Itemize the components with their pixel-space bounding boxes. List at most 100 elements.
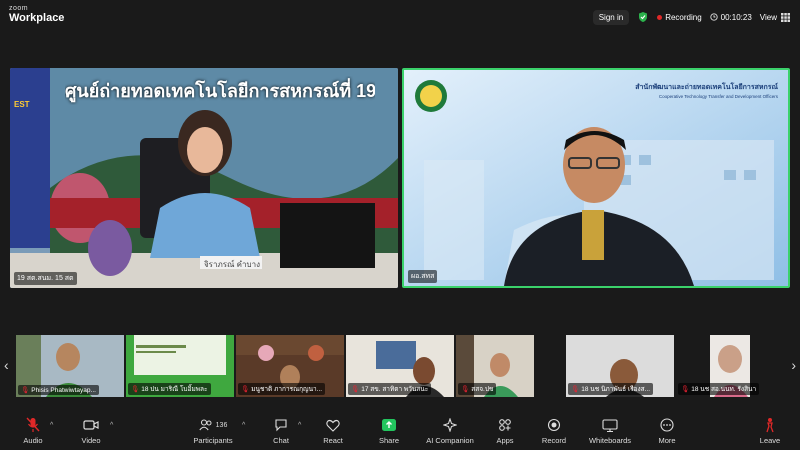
more-button[interactable]: More <box>654 416 680 445</box>
thumbnail-tile[interactable]: 🎙 18 นช สอ.นนท. รังสินา <box>676 335 784 397</box>
grid-icon <box>781 12 790 22</box>
camera-icon <box>83 420 99 430</box>
share-button[interactable]: Share <box>374 416 404 445</box>
thumbnail-name-text: 18 ปน มาริณี โบอิ้มพละ <box>141 386 208 393</box>
participants-chevron-up-icon[interactable]: ^ <box>242 422 245 429</box>
mic-muted-icon: 🎙 <box>241 386 250 393</box>
thumbnail-name: 🎙 สสจ.ปข <box>458 383 497 395</box>
chat-icon <box>275 419 287 432</box>
whiteboards-label: Whiteboards <box>588 436 632 445</box>
leave-icon <box>766 418 774 433</box>
recording-label: Recording <box>665 12 702 22</box>
nameplate-text: จิราภรณ์ คำบาง <box>203 260 260 269</box>
microphone-muted-icon <box>26 417 40 432</box>
video-tile-speaker-1[interactable]: ศูนย์ถ่ายทอดเทคโนโลยีการสหกรณ์ที่ 19 EST… <box>10 68 398 288</box>
share-label: Share <box>378 436 399 445</box>
shield-check-icon[interactable] <box>637 11 649 23</box>
participant-name-2: ผอ.สทส <box>408 270 438 283</box>
timer-value: 00:10:23 <box>720 12 752 22</box>
heart-icon <box>326 419 340 432</box>
mic-muted-icon: 🎙 <box>461 386 470 393</box>
participant-name-1: 19 สต.สนม. 15 สต <box>14 272 77 285</box>
participants-icon <box>199 419 212 431</box>
apps-icon <box>499 419 511 431</box>
chevron-left-icon[interactable]: ‹ <box>4 357 9 373</box>
side-text: EST <box>14 100 30 109</box>
banner-text: ศูนย์ถ่ายทอดเทคโนโลยีการสหกรณ์ที่ 19 <box>65 81 375 101</box>
thumbnail-name-text: 17 สข. สาทิตา พวันสนะ <box>361 386 429 393</box>
thumbnail-tile[interactable]: 🎙 17 สข. สาทิตา พวันสนะ <box>346 335 454 397</box>
apps-label: Apps <box>496 436 514 445</box>
video-chevron-up-icon[interactable]: ^ <box>110 422 113 429</box>
chevron-right-icon[interactable]: › <box>791 357 796 373</box>
logo-bottom-text: Workplace <box>9 12 65 24</box>
sign-in-button[interactable]: Sign in <box>592 9 630 25</box>
slide-header: สำนักพัฒนาและถ่ายทอดเทคโนโลยีการสหกรณ์ C… <box>548 82 778 99</box>
record-button[interactable]: Record <box>540 416 568 445</box>
mic-muted-icon: 🎙 <box>571 386 580 393</box>
slide-header-en: Cooperative Technology Transfer and Deve… <box>658 94 778 99</box>
record-label: Record <box>541 436 567 445</box>
more-label: More <box>658 436 676 445</box>
recording-indicator[interactable]: Recording <box>657 12 702 22</box>
more-icon <box>660 418 674 432</box>
ai-companion-label: AI Companion <box>426 436 474 445</box>
audio-button[interactable]: Audio <box>18 416 48 445</box>
react-button[interactable]: React <box>318 416 348 445</box>
audio-label: Audio <box>23 436 43 445</box>
logo-top-text: zoom <box>9 5 29 12</box>
view-label: View <box>759 12 777 22</box>
recording-dot-icon <box>657 14 663 20</box>
chat-button[interactable]: Chat <box>266 416 296 445</box>
mic-muted-icon: 🎙 <box>351 386 360 393</box>
thumbnail-name: 🎙 18 นช นิภาพันธ์ เรืองส... <box>568 383 654 395</box>
video-stage: ศูนย์ถ่ายทอดเทคโนโลยีการสหกรณ์ที่ 19 EST… <box>10 68 790 288</box>
thumbnail-name-text: 18 นช นิภาพันธ์ เรืองส... <box>581 386 651 393</box>
video-tile-speaker-2[interactable]: สำนักพัฒนาและถ่ายทอดเทคโนโลยีการสหกรณ์ C… <box>402 68 790 288</box>
thumbnail-name: 🎙 มนูชาติ ภาการณกุญนา... <box>238 383 326 395</box>
sparkle-icon <box>443 418 457 432</box>
chat-chevron-up-icon[interactable]: ^ <box>298 422 301 429</box>
view-button[interactable]: View <box>759 12 790 22</box>
thumbnail-name: 🎙 17 สข. สาทิตา พวันสนะ <box>348 383 432 395</box>
thumbnail-name: 🎙 18 นช สอ.นนท. รังสินา <box>678 383 760 395</box>
react-label: React <box>323 436 343 445</box>
meeting-timer: 00:10:23 <box>710 13 752 22</box>
whiteboards-button[interactable]: Whiteboards <box>586 416 634 445</box>
zoom-logo: zoom Workplace <box>9 5 64 24</box>
thumbnail-tile[interactable]: 🎙 18 ปน มาริณี โบอิ้มพละ <box>126 335 234 397</box>
audio-chevron-up-icon[interactable]: ^ <box>50 422 53 429</box>
thumbnail-name: 🎙 18 ปน มาริณี โบอิ้มพละ <box>128 383 211 395</box>
participants-button[interactable]: 136 Participants <box>188 416 238 445</box>
meeting-toolbar: Audio ^ Video ^ 136 Participants ^ Chat … <box>0 410 800 450</box>
apps-button[interactable]: Apps <box>492 416 518 445</box>
thumbnail-name-text: 18 นช สอ.นนท. รังสินา <box>691 386 757 393</box>
leave-button[interactable]: Leave <box>756 416 784 445</box>
mic-muted-icon: 🎙 <box>131 386 140 393</box>
thumbnail-tile[interactable]: 🎙 มนูชาติ ภาการณกุญนา... <box>236 335 344 397</box>
video-frame-2 <box>404 70 788 286</box>
top-bar: zoom Workplace Sign in Recording 00:10:2… <box>0 0 800 34</box>
clock-icon <box>710 13 718 21</box>
record-icon <box>547 418 561 432</box>
video-label: Video <box>81 436 101 445</box>
video-button[interactable]: Video <box>76 416 106 445</box>
participants-count: 136 <box>215 421 228 429</box>
ai-companion-button[interactable]: AI Companion <box>424 416 476 445</box>
thumbnail-tile[interactable]: 🎙 Phisis Phatwiwtayap... <box>16 335 124 397</box>
chat-label: Chat <box>273 436 289 445</box>
participants-label: Participants <box>193 436 233 445</box>
thumbnail-tile[interactable]: 🎙 สสจ.ปข <box>456 335 534 397</box>
thumbnail-name: 🎙 Phisis Phatwiwtayap... <box>18 385 99 395</box>
thumbnail-name-text: สสจ.ปข <box>471 386 494 393</box>
thumbnail-name-text: Phisis Phatwiwtayap... <box>31 386 96 394</box>
mic-muted-icon: 🎙 <box>681 386 690 393</box>
thumbnail-name-text: มนูชาติ ภาการณกุญนา... <box>251 386 323 393</box>
whiteboard-icon <box>602 418 618 432</box>
thumbnail-strip: ‹ 🎙 Phisis Phatwiwtayap... 🎙 18 ปน มาริณี … <box>0 335 800 399</box>
share-screen-icon <box>382 419 396 431</box>
slide-header-th: สำนักพัฒนาและถ่ายทอดเทคโนโลยีการสหกรณ์ <box>635 84 778 91</box>
mic-muted-icon: 🎙 <box>21 387 30 394</box>
thumbnail-tile[interactable]: 🎙 18 นช นิภาพันธ์ เรืองส... <box>566 335 674 397</box>
leave-label: Leave <box>759 436 781 445</box>
